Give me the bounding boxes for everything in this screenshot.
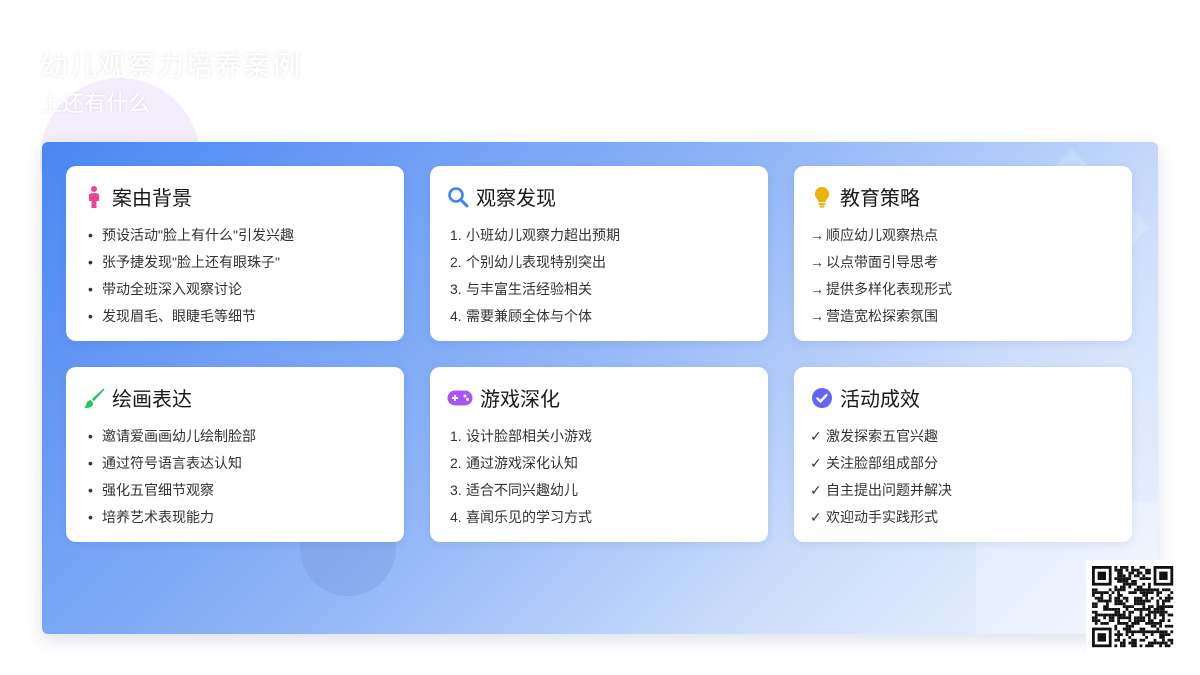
child-icon — [82, 185, 106, 209]
card-title: 教育策略 — [840, 188, 920, 210]
list-item: ✓ 关注脸部组成部分 — [810, 450, 952, 477]
bullet-marker: • — [88, 227, 93, 243]
list-item: 4. 喜闻乐见的学习方式 — [446, 504, 592, 531]
lightbulb-icon — [810, 185, 834, 209]
page-title: 幼儿观察力培养案例 — [40, 50, 302, 81]
list-item: • 培养艺术表现能力 — [82, 504, 256, 531]
list-item: → 营造宽松探索氛围 — [810, 303, 952, 330]
bullet-marker: • — [88, 509, 93, 525]
qr-code-icon — [1092, 566, 1174, 648]
arrow-marker: → — [810, 254, 824, 270]
list-item: → 顺应幼儿观察热点 — [810, 222, 952, 249]
card-strategy: 教育策略 → 顺应幼儿观察热点 → 以点带面引导思考 → 提供多样化表现形式 → 营造宽… — [794, 166, 1132, 341]
arrow-marker: → — [810, 308, 824, 324]
list-item: • 通过符号语言表达认知 — [82, 450, 256, 477]
list-item: 3. 适合不同兴趣幼儿 — [446, 477, 592, 504]
number-marker: 3. — [450, 281, 462, 297]
card-list: 1. 小班幼儿观察力超出预期 2. 个别幼儿表现特别突出 3. 与丰富生活经验相关 4… — [446, 222, 620, 330]
list-item: • 强化五官细节观察 — [82, 477, 256, 504]
card-list: • 预设活动"脸上有什么"引发兴趣 • 张予捷发现"脸上还有眼珠子" • 带动全班深入… — [82, 222, 294, 330]
check-marker: ✓ — [810, 509, 822, 525]
bullet-marker: • — [88, 281, 93, 297]
gamepad-icon — [446, 386, 474, 410]
list-item: → 提供多样化表现形式 — [810, 276, 952, 303]
card-list: ✓ 激发探索五官兴趣 ✓ 关注脸部组成部分 ✓ 自主提出问题并解决 ✓ 欢迎动手实践形式 — [810, 423, 952, 531]
check-marker: ✓ — [810, 482, 822, 498]
card-drawing: 绘画表达 • 邀请爱画画幼儿绘制脸部 • 通过符号语言表达认知 • 强化五官细节观察 … — [66, 367, 404, 542]
list-item: 2. 个别幼儿表现特别突出 — [446, 249, 620, 276]
number-marker: 3. — [450, 482, 462, 498]
card-title: 活动成效 — [840, 389, 920, 411]
check-circle-icon — [810, 386, 834, 410]
bullet-marker: • — [88, 455, 93, 471]
list-item: • 预设活动"脸上有什么"引发兴趣 — [82, 222, 294, 249]
check-marker: ✓ — [810, 428, 822, 444]
list-item: • 带动全班深入观察讨论 — [82, 276, 294, 303]
bullet-marker: • — [88, 482, 93, 498]
content-panel: 案由背景 • 预设活动"脸上有什么"引发兴趣 • 张予捷发现"脸上还有眼珠子" • 带… — [42, 142, 1158, 634]
number-marker: 4. — [450, 509, 462, 525]
qr-code[interactable] — [1086, 560, 1180, 654]
paintbrush-icon — [82, 386, 106, 410]
card-title: 案由背景 — [112, 188, 192, 210]
card-observation: 观察发现 1. 小班幼儿观察力超出预期 2. 个别幼儿表现特别突出 3. 与丰富生活经… — [430, 166, 768, 341]
list-item: 1. 设计脸部相关小游戏 — [446, 423, 592, 450]
search-icon — [446, 185, 470, 209]
check-marker: ✓ — [810, 455, 822, 471]
card-list: 1. 设计脸部相关小游戏 2. 通过游戏深化认知 3. 适合不同兴趣幼儿 4. 喜闻乐见… — [446, 423, 592, 531]
bullet-marker: • — [88, 308, 93, 324]
bullet-marker: • — [88, 254, 93, 270]
number-marker: 2. — [450, 254, 462, 270]
list-item: 2. 通过游戏深化认知 — [446, 450, 592, 477]
card-title: 观察发现 — [476, 188, 556, 210]
list-item: • 张予捷发现"脸上还有眼珠子" — [82, 249, 294, 276]
card-list: • 邀请爱画画幼儿绘制脸部 • 通过符号语言表达认知 • 强化五官细节观察 • 培养艺术… — [82, 423, 256, 531]
number-marker: 4. — [450, 308, 462, 324]
number-marker: 1. — [450, 428, 462, 444]
list-item: ✓ 欢迎动手实践形式 — [810, 504, 952, 531]
bullet-marker: • — [88, 428, 93, 444]
list-item: ✓ 自主提出问题并解决 — [810, 477, 952, 504]
card-background: 案由背景 • 预设活动"脸上有什么"引发兴趣 • 张予捷发现"脸上还有眼珠子" • 带… — [66, 166, 404, 341]
card-results: 活动成效 ✓ 激发探索五官兴趣 ✓ 关注脸部组成部分 ✓ 自主提出问题并解决 ✓ 欢迎动… — [794, 367, 1132, 542]
list-item: • 发现眉毛、眼睫毛等细节 — [82, 303, 294, 330]
list-item: ✓ 激发探索五官兴趣 — [810, 423, 952, 450]
number-marker: 2. — [450, 455, 462, 471]
card-list: → 顺应幼儿观察热点 → 以点带面引导思考 → 提供多样化表现形式 → 营造宽松探索氛围 — [810, 222, 952, 330]
list-item: 3. 与丰富生活经验相关 — [446, 276, 620, 303]
arrow-marker: → — [810, 227, 824, 243]
card-game: 游戏深化 1. 设计脸部相关小游戏 2. 通过游戏深化认知 3. 适合不同兴趣幼儿 4… — [430, 367, 768, 542]
card-title: 绘画表达 — [112, 389, 192, 411]
list-item: 4. 需要兼顾全体与个体 — [446, 303, 620, 330]
arrow-marker: → — [810, 281, 824, 297]
list-item: → 以点带面引导思考 — [810, 249, 952, 276]
page-subtitle: 上还有什么 — [40, 91, 151, 116]
list-item: • 邀请爱画画幼儿绘制脸部 — [82, 423, 256, 450]
card-title: 游戏深化 — [480, 389, 560, 411]
list-item: 1. 小班幼儿观察力超出预期 — [446, 222, 620, 249]
number-marker: 1. — [450, 227, 462, 243]
